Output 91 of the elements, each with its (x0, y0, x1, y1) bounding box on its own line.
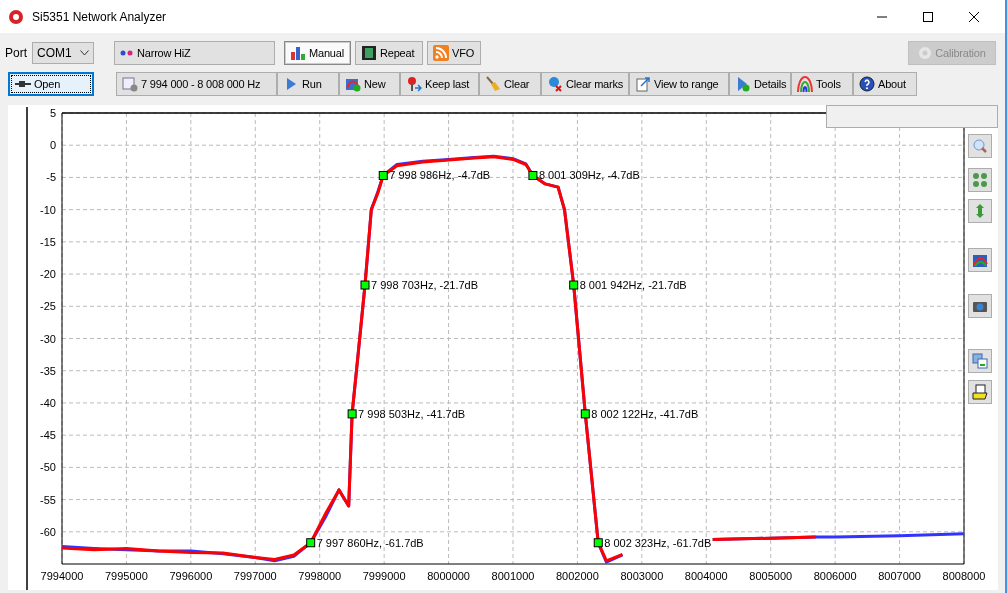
marker-label: 8 002 122Hz, -41.7dB (591, 407, 699, 420)
toolbar-button[interactable]: Run (277, 72, 339, 96)
help-icon (859, 76, 875, 92)
toolbar-button[interactable]: Keep last (400, 72, 479, 96)
x-tick-label: 7999000 (362, 570, 406, 582)
toolbar-button[interactable]: New (339, 72, 400, 96)
marker-square[interactable] (378, 171, 388, 180)
marker-square[interactable] (593, 538, 603, 548)
y-tick-label: -50 (40, 461, 56, 474)
y-tick-label: -20 (40, 268, 56, 281)
chart-button[interactable] (968, 248, 992, 272)
close-icon (969, 11, 979, 22)
x-tick-label: 8003000 (620, 570, 664, 582)
marker-label: 8 001 309Hz, -4.7dB (538, 169, 640, 182)
x-tick-label: 7994000 (40, 570, 84, 582)
marker-label: 7 998 986Hz, -4.7dB (389, 169, 491, 182)
marker-label: 7 997 860Hz, -61.7dB (316, 536, 424, 549)
rss-icon (433, 45, 449, 61)
toolbar-button[interactable]: Details (729, 72, 791, 96)
window-title: Si5351 Network Analyzer (32, 8, 167, 26)
marker-square[interactable] (360, 280, 370, 290)
screenshot-button[interactable] (968, 294, 992, 318)
x-tick-label: 8006000 (813, 570, 857, 582)
x-tick-label: 7997000 (233, 570, 277, 582)
fit-button[interactable] (968, 168, 992, 192)
x-tick-label: 8007000 (878, 570, 921, 582)
y-tick-label: -25 (40, 300, 56, 313)
range-icon (635, 76, 651, 92)
toolbar-button[interactable]: Open (8, 72, 94, 96)
mode-toggle[interactable]: VFO (427, 41, 481, 65)
y-tick-label: -45 (40, 429, 56, 442)
port-label: Port (5, 45, 27, 62)
chevron-down-icon (80, 50, 89, 56)
x-tick-label: 8008000 (942, 570, 986, 582)
y-tick-label: -5 (46, 171, 56, 184)
vertical-fit-button[interactable] (968, 199, 992, 223)
y-tick-label: 5 (49, 107, 56, 119)
copy-button[interactable] (968, 349, 992, 373)
toolbar-button[interactable]: Tools (791, 72, 853, 96)
chart-plus-icon (345, 76, 361, 92)
y-tick-label: -60 (40, 525, 56, 538)
dots-icon (120, 50, 134, 56)
x-tick-label: 8002000 (556, 570, 599, 582)
toolbar-button[interactable]: Clear (479, 72, 541, 96)
bars-icon (290, 45, 306, 61)
x-tick-label: 7996000 (169, 570, 213, 582)
broom-icon (485, 76, 501, 92)
marker-square[interactable] (528, 171, 538, 180)
chart-icon (972, 252, 988, 268)
y-tick-label: -55 (40, 493, 56, 506)
y-tick-label: -40 (40, 396, 56, 409)
gear-icon (918, 46, 933, 60)
y-tick-label: -30 (40, 332, 56, 345)
x-tick-label: 8004000 (684, 570, 728, 582)
range-button[interactable]: 7 994 000 - 8 008 000 Hz (116, 72, 277, 96)
y-tick-label: -35 (40, 364, 56, 377)
x-tick-label: 7998000 (298, 570, 342, 582)
marker-label: 8 001 942Hz, -21.7dB (579, 279, 687, 291)
mode-button[interactable]: Narrow HiZ (114, 41, 275, 65)
marker-square[interactable] (580, 409, 590, 419)
mode-toggle[interactable]: Manual (284, 41, 351, 65)
app-icon (8, 8, 24, 25)
x-tick-label: 7995000 (105, 570, 148, 582)
y-tick-label: -10 (40, 203, 56, 216)
magnifier-icon (972, 138, 988, 154)
maximize-icon (923, 11, 933, 22)
toolbar-button[interactable]: Clear marks (541, 72, 629, 96)
save-button[interactable] (968, 380, 992, 404)
marker-label: 7 998 503Hz, -41.7dB (358, 407, 466, 420)
expand-icon (972, 172, 988, 188)
marker-label: 7 998 703Hz, -21.7dB (371, 279, 479, 291)
pin-cross-icon (547, 76, 563, 92)
y-tick-label: 0 (49, 139, 56, 152)
marker-square[interactable] (569, 280, 579, 290)
marker-square[interactable] (306, 538, 316, 548)
port-dropdown[interactable]: COM1 (32, 42, 94, 64)
y-tick-label: -15 (40, 235, 56, 248)
copy-icon (972, 353, 988, 369)
mode-toggle[interactable]: Repeat (355, 41, 423, 65)
marker-label: 8 002 323Hz, -61.7dB (604, 536, 712, 549)
play-plus-icon (735, 76, 751, 92)
rainbow-icon (797, 76, 813, 92)
document-icon (972, 384, 988, 400)
film-icon (361, 45, 377, 61)
x-tick-label: 8001000 (491, 570, 535, 582)
x-tick-label: 8000000 (427, 570, 470, 582)
toolbar-button[interactable]: View to range (629, 72, 729, 96)
toolbar-button[interactable]: About (853, 72, 917, 96)
x-tick-label: 8005000 (749, 570, 793, 582)
pin-icon (406, 76, 422, 92)
marker-square[interactable] (347, 409, 357, 419)
